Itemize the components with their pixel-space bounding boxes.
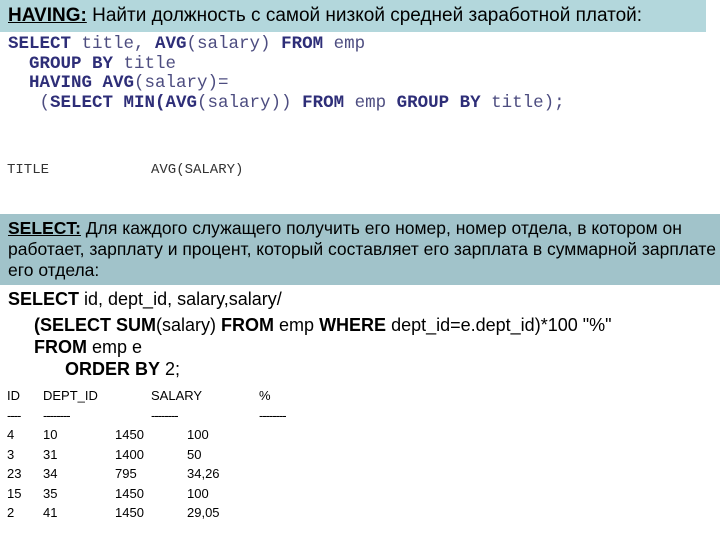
cell-percent: 100 — [187, 485, 209, 501]
select-keyword: SELECT: — [8, 218, 81, 238]
separator: -------- — [43, 407, 71, 423]
sql-text: emp e — [87, 337, 143, 357]
cell-dept-id: 31 — [43, 446, 58, 462]
sql-text: emp — [323, 34, 366, 54]
sql-text: (salary) — [186, 34, 282, 54]
select-heading-banner: SELECT: Для каждого служащего получить е… — [0, 214, 720, 285]
sql-keyword: SELECT MIN(AVG — [50, 92, 198, 113]
query-line: GROUP BY title — [8, 53, 565, 75]
cell-id: 2 — [7, 505, 15, 520]
cell-id: 4 — [7, 427, 15, 442]
column-header-dept-id: DEPT_ID — [43, 388, 98, 403]
cell-dept-id: 34 — [43, 466, 58, 481]
column-header-title: TITLE — [7, 162, 50, 178]
sql-text: emp — [344, 92, 397, 113]
cell-dept-id: 10 — [43, 427, 58, 442]
cell-id: 23 — [7, 466, 22, 481]
query-line: ORDER BY 2; — [8, 358, 612, 380]
separator: -------- — [259, 407, 287, 423]
query-line: (SELECT SUM(salary) FROM emp WHERE dept_… — [8, 314, 612, 336]
having-heading: HAVING: Найти должность с самой низкой с… — [8, 5, 642, 27]
sql-text: title); — [480, 92, 565, 113]
sql-keyword: SELECT — [8, 34, 72, 54]
cell-percent: 100 — [187, 427, 209, 442]
sql-keyword: FROM — [34, 337, 87, 357]
separator: ---- — [7, 407, 21, 423]
table-row: 23 34 795 34,26 — [7, 464, 286, 484]
table-row: 4 10 1450 100 — [7, 425, 286, 445]
cell-salary: 1450 — [115, 427, 144, 442]
query-line: SELECT id, dept_id, salary,salary/ — [8, 288, 612, 310]
sql-keyword: AVG — [155, 34, 187, 54]
column-header-percent: % — [259, 388, 271, 403]
cell-dept-id: 41 — [43, 505, 58, 520]
sql-text: 2; — [160, 359, 181, 379]
cell-dept-id: 35 — [43, 485, 58, 501]
sql-keyword: FROM — [281, 34, 324, 54]
sql-text: dept_id=e.dept_id)*100 "%" — [386, 315, 612, 335]
sql-text: ( — [8, 92, 51, 113]
cell-id: 15 — [7, 485, 22, 501]
table-row: 2 41 1450 29,05 — [7, 503, 286, 523]
cell-salary: 1450 — [115, 485, 144, 501]
having-heading-banner: HAVING: Найти должность с самой низкой с… — [0, 0, 706, 32]
sql-keyword: GROUP BY — [8, 53, 114, 74]
query-line: FROM emp e — [8, 336, 612, 358]
having-keyword: HAVING: — [8, 5, 87, 26]
cell-salary: 1450 — [115, 505, 144, 520]
query-line: SELECT title, AVG(salary) FROM emp — [8, 34, 565, 55]
cell-percent: 29,05 — [187, 505, 220, 520]
table-row: 3 31 1400 50 — [7, 445, 286, 465]
select-description: Для каждого служащего получить его номер… — [8, 218, 716, 280]
sql-keyword: FROM — [221, 315, 275, 335]
sql-keyword: SELECT — [8, 289, 80, 309]
sql-keyword: FROM — [302, 92, 345, 113]
sql-keyword: WHERE — [319, 315, 387, 335]
sql-text: (salary)) — [197, 92, 303, 113]
sql-text: id, dept_id, salary,salary/ — [79, 289, 282, 309]
select-heading: SELECT: Для каждого служащего получить е… — [8, 218, 718, 281]
query-line: HAVING AVG(salary)= — [8, 73, 565, 94]
sql-keyword: HAVING AVG — [8, 73, 135, 93]
select-query: SELECT id, dept_id, salary,salary/ (SELEC… — [8, 288, 612, 380]
column-header-salary: SALARY — [151, 388, 203, 403]
cell-salary: 795 — [115, 466, 137, 481]
sql-keyword: ORDER BY — [65, 359, 161, 379]
separator: -------- — [151, 407, 179, 423]
sql-text: (salary) — [156, 315, 222, 335]
having-description: Найти должность с самой низкой средней з… — [86, 5, 643, 26]
table-row: 15 35 1450 100 — [7, 484, 286, 504]
result-header-row: TITLE AVG(SALARY) — [7, 162, 243, 178]
sql-text: emp — [274, 315, 320, 335]
cell-id: 3 — [7, 446, 15, 462]
sql-text: (salary)= — [134, 73, 229, 93]
sql-keyword: GROUP BY — [396, 92, 481, 113]
result-separator-row: ---- -------- -------- -------- — [7, 406, 287, 426]
having-query: SELECT title, AVG(salary) FROM emp GROUP… — [8, 34, 565, 114]
sql-keyword: (SELECT SUM — [34, 315, 157, 335]
sql-text: title — [113, 53, 177, 74]
query-line: (SELECT MIN(AVG(salary)) FROM emp GROUP … — [8, 92, 565, 114]
cell-percent: 34,26 — [187, 466, 220, 481]
cell-percent: 50 — [187, 446, 202, 462]
sql-text: title, — [71, 34, 156, 54]
result-header-row: ID DEPT_ID SALARY % — [7, 386, 286, 406]
column-header-avg-salary: AVG(SALARY) — [151, 162, 244, 178]
column-header-id: ID — [7, 388, 20, 403]
select-result-table: ID DEPT_ID SALARY % ---- -------- ------… — [7, 386, 287, 523]
cell-salary: 1400 — [115, 446, 144, 462]
